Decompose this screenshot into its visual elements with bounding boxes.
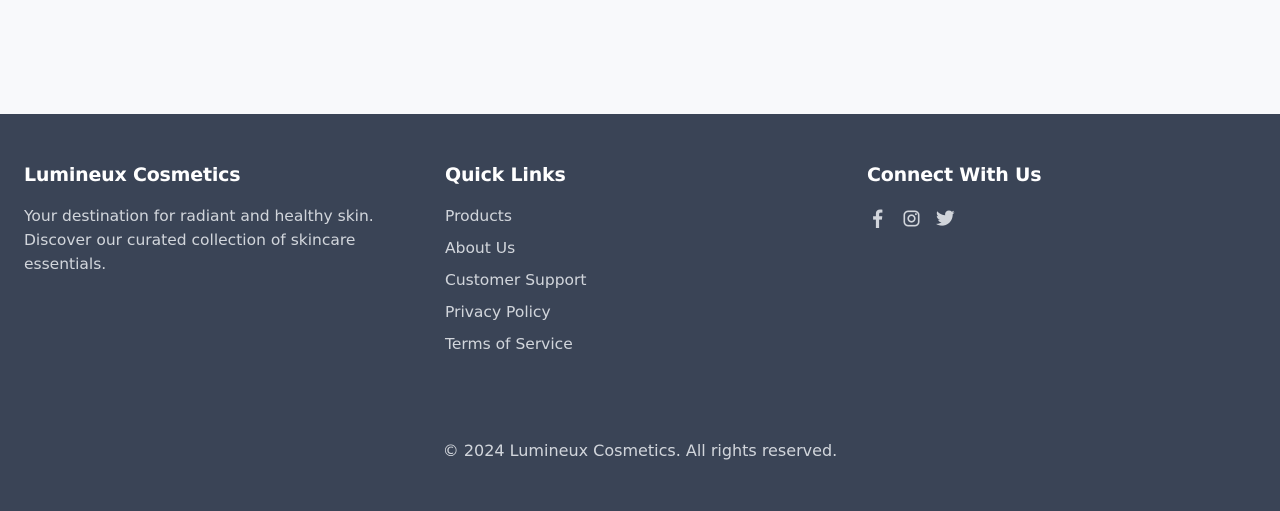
page-content-area — [0, 0, 1280, 114]
footer-brand-column: Lumineux Cosmetics Your destination for … — [24, 160, 404, 276]
link-privacy-policy[interactable]: Privacy Policy — [445, 303, 551, 321]
list-item: About Us — [445, 236, 825, 260]
list-item: Privacy Policy — [445, 300, 825, 324]
quick-links-title: Quick Links — [445, 164, 566, 186]
list-item: Products — [445, 204, 825, 228]
twitter-icon[interactable] — [935, 208, 955, 228]
site-footer: Lumineux Cosmetics Your destination for … — [0, 114, 1280, 511]
facebook-icon[interactable] — [867, 208, 887, 228]
brand-description: Your destination for radiant and healthy… — [24, 207, 374, 273]
list-item: Terms of Service — [445, 332, 825, 356]
footer-connect-column: Connect With Us — [867, 160, 1247, 228]
footer-quick-links-column: Quick Links Products About Us Customer S… — [445, 160, 825, 364]
social-links — [867, 208, 1247, 228]
copyright-text: © 2024 Lumineux Cosmetics. All rights re… — [442, 441, 838, 460]
quick-links-list: Products About Us Customer Support Priva… — [445, 204, 825, 356]
link-about-us[interactable]: About Us — [445, 239, 515, 257]
link-terms-of-service[interactable]: Terms of Service — [445, 335, 573, 353]
instagram-icon[interactable] — [901, 208, 921, 228]
brand-title: Lumineux Cosmetics — [24, 164, 241, 186]
link-customer-support[interactable]: Customer Support — [445, 271, 587, 289]
connect-title: Connect With Us — [867, 164, 1042, 186]
link-products[interactable]: Products — [445, 207, 512, 225]
list-item: Customer Support — [445, 268, 825, 292]
